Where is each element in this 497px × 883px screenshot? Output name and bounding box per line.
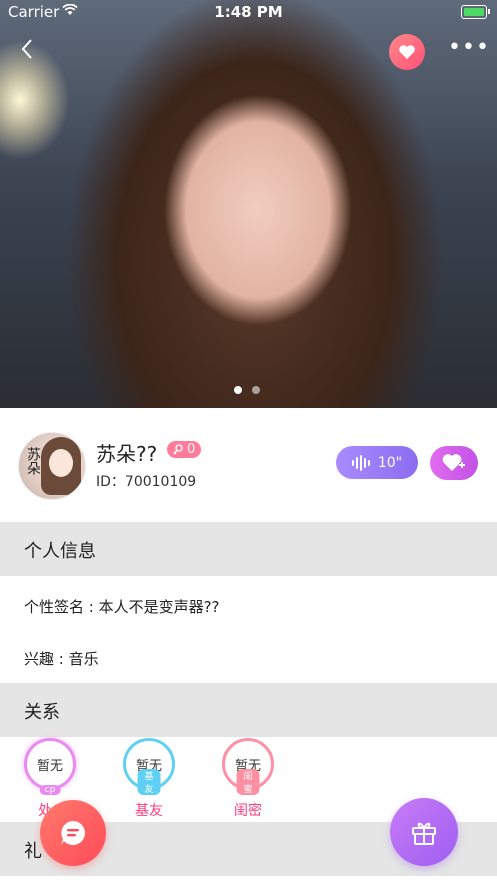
chat-bubble-icon xyxy=(61,821,85,845)
profile-header: 苏朵 苏朵?? 0 ID：70010109 10" xyxy=(0,408,497,522)
more-options-icon[interactable]: ••• xyxy=(448,36,489,64)
back-chevron-icon[interactable] xyxy=(20,38,44,62)
sound-wave-icon xyxy=(351,454,370,471)
status-bar: Carrier 1:48 PM xyxy=(0,0,497,24)
female-symbol-icon xyxy=(173,443,183,454)
page-dot xyxy=(234,386,242,394)
battery-icon xyxy=(461,5,490,19)
section-header-relations: 关系 xyxy=(0,683,497,737)
interest-text: 兴趣 : 音乐 xyxy=(24,650,99,668)
relation-label: 基友 xyxy=(135,803,163,819)
heart-icon xyxy=(399,45,415,59)
section-title: 个人信息 xyxy=(24,541,96,562)
section-title: 关系 xyxy=(24,702,60,723)
follow-button[interactable] xyxy=(430,446,478,480)
user-id: ID：70010109 xyxy=(96,474,197,490)
badge-count: 0 xyxy=(187,442,196,457)
gender-badge: 0 xyxy=(167,441,202,458)
voice-duration: 10" xyxy=(377,454,403,471)
gift-icon xyxy=(412,822,436,845)
heart-plus-icon xyxy=(442,454,465,471)
profile-photo-gallery[interactable]: Carrier 1:48 PM ••• xyxy=(0,0,497,408)
avatar[interactable]: 苏朵 xyxy=(18,432,86,500)
gift-button[interactable] xyxy=(390,798,458,866)
voice-intro-button[interactable]: 10" xyxy=(336,446,418,479)
badge-ribbon: cp xyxy=(39,785,61,795)
badge-text: 暂无 xyxy=(36,758,63,774)
page-dot xyxy=(252,386,260,394)
badge-ribbon: 闺蜜 xyxy=(236,769,260,795)
relation-label: 闺密 xyxy=(234,803,262,819)
section-header-personal-info: 个人信息 xyxy=(0,522,497,576)
clock: 1:48 PM xyxy=(214,3,283,21)
user-name: 苏朵?? xyxy=(96,442,158,466)
relation-badge: 暂无 cp xyxy=(24,738,76,795)
favorite-button[interactable] xyxy=(389,34,425,70)
relation-badge: 暂无 闺蜜 xyxy=(222,738,274,795)
signature-text: 个性签名 : 本人不是变声器?? xyxy=(24,598,220,616)
avatar-calligraphy: 苏朵 xyxy=(25,447,41,475)
chat-button[interactable] xyxy=(40,800,106,866)
section-title: 礼 xyxy=(24,841,42,862)
gallery-page-indicator xyxy=(234,386,260,394)
relation-badge: 暂无 基友 xyxy=(123,738,175,795)
relation-item-buddy[interactable]: 暂无 基友 基友 xyxy=(119,738,179,820)
relation-item-bestie[interactable]: 暂无 闺蜜 闺密 xyxy=(218,738,278,820)
badge-ribbon: 基友 xyxy=(137,769,161,795)
